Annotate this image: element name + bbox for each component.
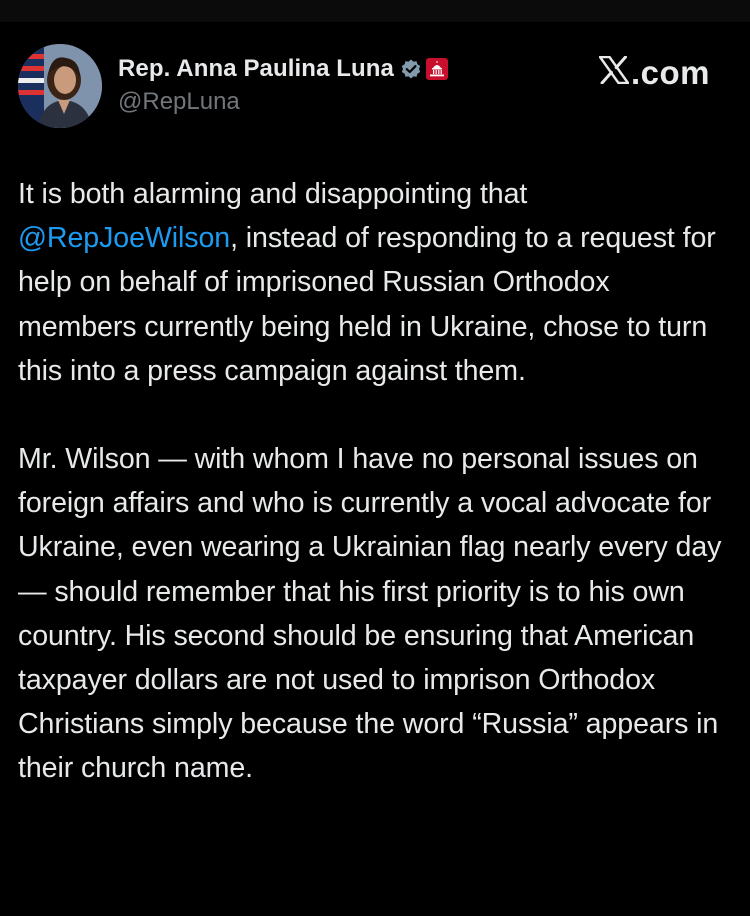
tweet-paragraph-2: Mr. Wilson — with whom I have no persona… xyxy=(18,443,722,785)
verified-badge-icon xyxy=(400,58,422,80)
display-name[interactable]: Rep. Anna Paulina Luna xyxy=(118,55,394,83)
author-handle[interactable]: @RepLuna xyxy=(118,88,448,116)
tweet-text: It is both alarming and disappointing th… xyxy=(18,172,734,791)
mention-link[interactable]: @RepJoeWilson xyxy=(18,222,230,254)
author-block: Rep. Anna Paulina Luna @RepLuna xyxy=(118,52,449,116)
tweet-header: Rep. Anna Paulina Luna @RepLuna .com xyxy=(18,44,732,130)
tweet-paragraph-1: It is both alarming and disappointing th… xyxy=(18,172,734,393)
us-capitol-badge-icon xyxy=(426,58,449,80)
tweet-text-segment: It is both alarming and disappointing th… xyxy=(18,178,528,210)
x-com-wordmark: .com xyxy=(598,54,710,92)
x-logo-icon xyxy=(598,54,631,92)
top-strip xyxy=(0,0,750,22)
x-com-text: .com xyxy=(630,54,710,91)
avatar[interactable] xyxy=(18,44,102,128)
name-row: Rep. Anna Paulina Luna xyxy=(118,52,449,86)
